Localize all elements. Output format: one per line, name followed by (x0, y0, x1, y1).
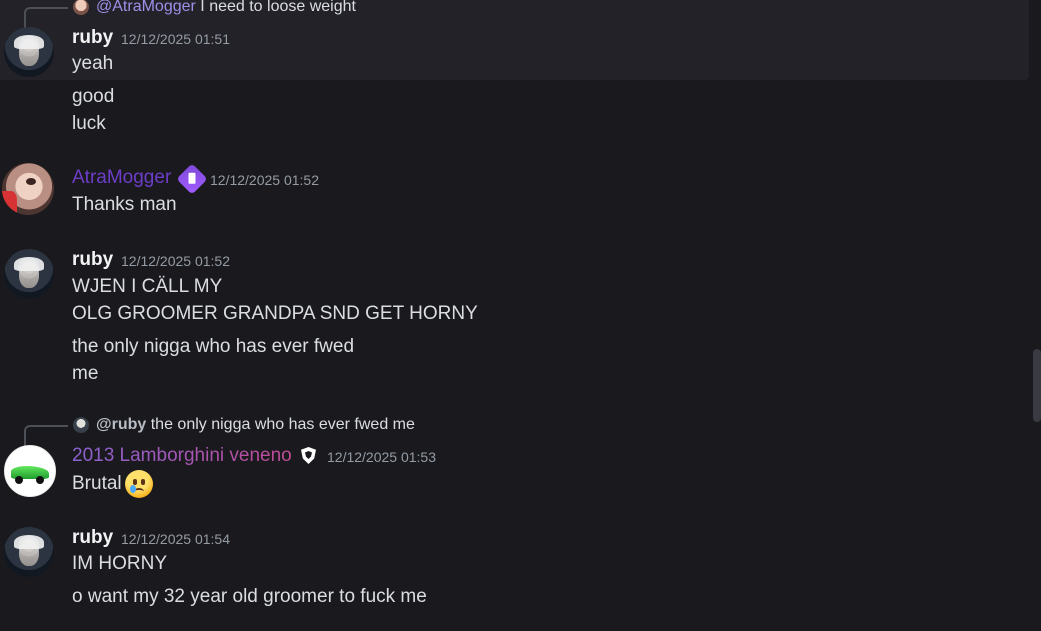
message-text: IM HORNY (72, 553, 167, 574)
reply-avatar-icon (73, 417, 89, 433)
message-text: luck (72, 113, 106, 134)
author-name[interactable]: ruby (72, 249, 113, 271)
message-timestamp[interactable]: 12/12/2025 01:52 (121, 253, 230, 269)
reply-text: the only nigga who has ever fwed me (150, 416, 415, 433)
scrollbar-thumb[interactable] (1033, 349, 1041, 422)
scrollbar-track[interactable] (1031, 0, 1041, 631)
avatar[interactable] (4, 527, 54, 577)
message-text: Thanks man (72, 194, 177, 215)
chat-view: @AtraMogger I need to loose weight ruby … (0, 0, 1041, 631)
reply-text: I need to loose weight (200, 0, 356, 15)
reply-mention[interactable]: @ruby (96, 416, 146, 433)
reply-connector (24, 425, 68, 446)
author-name[interactable]: 2013 Lamborghini veneno (72, 445, 292, 467)
hammer-badge-icon[interactable] (176, 163, 208, 195)
reply-connector (24, 7, 68, 29)
avatar[interactable] (2, 163, 54, 215)
message-text: the only nigga who has ever fwed (72, 336, 355, 357)
message-timestamp[interactable]: 12/12/2025 01:54 (121, 531, 230, 547)
car-wheel (15, 476, 23, 484)
author-name[interactable]: ruby (72, 27, 113, 49)
message-timestamp[interactable]: 12/12/2025 01:53 (327, 449, 436, 465)
reply-preview[interactable]: @AtraMogger I need to loose weight (96, 0, 356, 16)
car-avatar-icon[interactable] (4, 445, 56, 497)
reply-mention[interactable]: @AtraMogger (96, 0, 196, 15)
avatar[interactable] (4, 249, 54, 299)
message-text: o want my 32 year old groomer to fuck me (72, 586, 427, 607)
car-wheel (36, 476, 44, 484)
message-text: yeah (72, 53, 114, 74)
author-name[interactable]: ruby (72, 527, 113, 549)
message-text: me (72, 363, 99, 384)
message-timestamp[interactable]: 12/12/2025 01:52 (210, 172, 319, 188)
message-text: good (72, 86, 115, 107)
crying-face-icon[interactable] (125, 470, 153, 498)
message-text: WJEN I CÄLL MY (72, 276, 223, 297)
author-name[interactable]: AtraMogger (72, 167, 171, 189)
message-text: Brutal (72, 473, 122, 494)
emoji-tear (130, 485, 136, 493)
message-timestamp[interactable]: 12/12/2025 01:51 (121, 31, 230, 47)
message-text: OLG GROOMER GRANDPA SND GET HORNY (72, 303, 478, 324)
reply-preview[interactable]: @ruby the only nigga who has ever fwed m… (96, 416, 415, 434)
shield-icon[interactable] (301, 447, 316, 464)
avatar[interactable] (4, 27, 54, 77)
